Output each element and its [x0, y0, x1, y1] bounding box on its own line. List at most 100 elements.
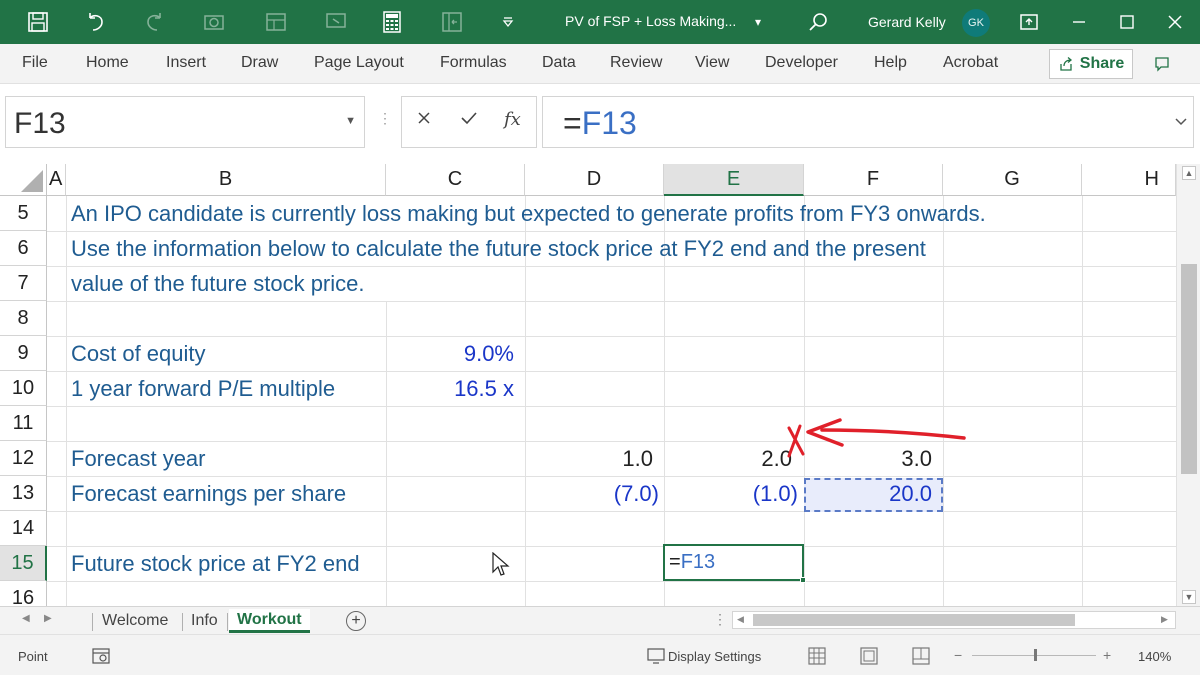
tab-insert[interactable]: Insert	[166, 54, 206, 72]
undo-icon[interactable]	[82, 8, 110, 36]
row-header-13[interactable]: 13	[0, 476, 47, 511]
pe-multiple-value[interactable]: 16.5 x	[386, 371, 514, 406]
sheet-nav-right-icon[interactable]: ▶	[44, 613, 52, 624]
document-title[interactable]: PV of FSP + Loss Making...	[565, 13, 736, 29]
share-button[interactable]: Share	[1049, 49, 1133, 79]
ribbon-display-options-icon[interactable]	[1015, 8, 1043, 36]
freeze-panes-icon[interactable]	[438, 8, 466, 36]
row-header-5[interactable]: 5	[0, 196, 47, 231]
scroll-up-icon[interactable]: ▲	[1182, 166, 1196, 180]
zoom-in-icon[interactable]: +	[1103, 647, 1111, 663]
macro-record-icon[interactable]	[92, 648, 110, 664]
tab-page-layout[interactable]: Page Layout	[314, 54, 404, 72]
zoom-level[interactable]: 140%	[1138, 649, 1171, 664]
row-header-16[interactable]: 16	[0, 581, 47, 606]
formula-prefix: =	[563, 105, 582, 141]
formula-input[interactable]: =F13	[542, 96, 1194, 148]
scroll-down-icon[interactable]: ▼	[1182, 590, 1196, 604]
column-header-e[interactable]: E	[664, 164, 804, 196]
intro-text-line-1: An IPO candidate is currently loss makin…	[71, 201, 986, 226]
horizontal-scroll-thumb[interactable]	[753, 614, 1075, 626]
zoom-slider-thumb[interactable]	[1034, 649, 1037, 661]
sheet-tab-info[interactable]: Info	[183, 609, 226, 633]
forecast-year-2[interactable]: 2.0	[664, 441, 792, 476]
normal-view-icon[interactable]	[808, 647, 826, 665]
row-header-6[interactable]: 6	[0, 231, 47, 266]
fill-handle[interactable]	[800, 577, 806, 583]
name-box[interactable]: F13 ▼	[5, 96, 365, 148]
tab-file[interactable]: File	[22, 54, 48, 72]
tab-splitter-icon[interactable]: ⋮	[713, 611, 727, 628]
eps-year-1[interactable]: (7.0)	[525, 476, 659, 511]
sheet-nav-left-icon[interactable]: ◀	[22, 613, 30, 624]
select-all-corner[interactable]	[0, 164, 47, 196]
save-icon[interactable]	[24, 8, 52, 36]
column-header-b[interactable]: B	[66, 164, 386, 196]
display-settings-icon[interactable]	[647, 648, 665, 664]
tab-acrobat[interactable]: Acrobat	[943, 54, 998, 72]
maximize-icon[interactable]	[1112, 8, 1142, 36]
horizontal-scrollbar[interactable]: ◀ ▶	[732, 611, 1176, 629]
tab-developer[interactable]: Developer	[765, 54, 838, 72]
vertical-scrollbar[interactable]: ▲ ▼	[1176, 164, 1200, 606]
row-header-7[interactable]: 7	[0, 266, 47, 301]
tab-review[interactable]: Review	[610, 54, 662, 72]
vertical-scroll-thumb[interactable]	[1181, 264, 1197, 474]
tab-view[interactable]: View	[695, 54, 729, 72]
row-header-8[interactable]: 8	[0, 301, 47, 336]
sheet-tab-workout[interactable]: Workout	[229, 609, 310, 633]
row-header-9[interactable]: 9	[0, 336, 47, 371]
camera-icon[interactable]	[200, 8, 228, 36]
add-sheet-icon[interactable]: +	[346, 611, 366, 631]
scroll-right-icon[interactable]: ▶	[1161, 614, 1168, 625]
redo-icon[interactable]	[140, 8, 168, 36]
customize-toolbar-icon[interactable]	[494, 8, 522, 36]
zoom-out-icon[interactable]: −	[954, 647, 962, 663]
tab-data[interactable]: Data	[542, 54, 576, 72]
display-settings-label[interactable]: Display Settings	[668, 649, 761, 664]
name-box-dropdown-icon[interactable]: ▼	[345, 115, 356, 127]
table-view-icon[interactable]	[262, 8, 290, 36]
title-dropdown-icon[interactable]: ▾	[744, 8, 772, 36]
scroll-left-icon[interactable]: ◀	[737, 614, 744, 625]
active-cell-e15[interactable]: =F13	[663, 544, 806, 583]
enter-icon[interactable]	[460, 109, 478, 132]
present-icon[interactable]	[322, 8, 350, 36]
close-icon[interactable]	[1160, 8, 1190, 36]
forecast-year-3[interactable]: 3.0	[804, 441, 932, 476]
tab-formulas[interactable]: Formulas	[440, 54, 507, 72]
tab-draw[interactable]: Draw	[241, 54, 278, 72]
cancel-icon[interactable]	[416, 109, 432, 132]
row-header-14[interactable]: 14	[0, 511, 47, 546]
row-header-15[interactable]: 15	[0, 546, 47, 581]
expand-formula-bar-icon[interactable]	[1175, 113, 1187, 129]
cell-edit-prefix: =	[669, 551, 681, 573]
page-break-view-icon[interactable]	[912, 647, 930, 665]
column-header-a[interactable]: A	[47, 164, 66, 196]
comments-icon[interactable]	[1148, 52, 1176, 76]
column-header-h[interactable]: H	[1082, 164, 1176, 196]
row-header-12[interactable]: 12	[0, 441, 47, 476]
search-icon[interactable]	[804, 8, 832, 36]
cost-of-equity-value[interactable]: 9.0%	[386, 336, 514, 371]
column-header-f[interactable]: F	[804, 164, 943, 196]
column-header-c[interactable]: C	[386, 164, 525, 196]
column-header-g[interactable]: G	[943, 164, 1082, 196]
forecast-year-1[interactable]: 1.0	[525, 441, 653, 476]
row-header-10[interactable]: 10	[0, 371, 47, 406]
eps-year-3[interactable]: 20.0	[804, 476, 932, 511]
column-header-d[interactable]: D	[525, 164, 664, 196]
eps-year-2[interactable]: (1.0)	[664, 476, 798, 511]
tab-home[interactable]: Home	[86, 54, 129, 72]
row-header-11[interactable]: 11	[0, 406, 47, 441]
minimize-icon[interactable]	[1064, 8, 1094, 36]
insert-function-icon[interactable]: fx	[504, 109, 521, 130]
user-name[interactable]: Gerard Kelly	[868, 14, 946, 30]
worksheet-grid[interactable]: A B C D E F G H 5 6 7 8 9 10 11 12 13 14…	[0, 164, 1200, 606]
avatar[interactable]: GK	[962, 9, 990, 37]
page-layout-view-icon[interactable]	[860, 647, 878, 665]
formula-bar-splitter-icon[interactable]: ⋮	[378, 110, 392, 127]
calculator-icon[interactable]	[378, 8, 406, 36]
tab-help[interactable]: Help	[874, 54, 907, 72]
sheet-tab-welcome[interactable]: Welcome	[94, 609, 176, 633]
